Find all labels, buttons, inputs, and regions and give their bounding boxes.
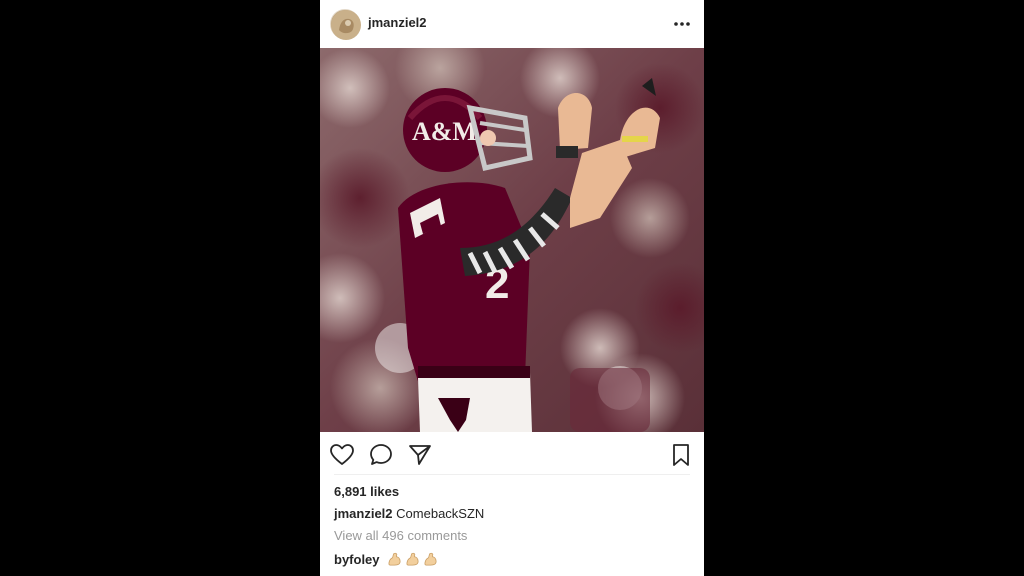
caption-text: ComebackSZN: [396, 506, 485, 521]
heart-icon[interactable]: [329, 442, 355, 468]
comment-bubble-icon[interactable]: [368, 442, 394, 468]
post-photo[interactable]: 2 A&M: [320, 48, 704, 432]
svg-text:A&M: A&M: [412, 117, 477, 146]
divider: [334, 474, 690, 475]
avatar[interactable]: [330, 9, 361, 40]
comment: byfoley: [334, 552, 438, 567]
comment-emojis: [387, 552, 438, 567]
caption: jmanziel2 ComebackSZN: [334, 506, 484, 521]
flexed-biceps-icon: [388, 552, 401, 566]
view-all-comments-link[interactable]: View all 496 comments: [334, 528, 467, 543]
caption-username[interactable]: jmanziel2: [334, 506, 393, 521]
likes-count[interactable]: 6,891 likes: [334, 484, 399, 499]
post-username[interactable]: jmanziel2: [368, 15, 427, 30]
paper-plane-icon[interactable]: [407, 442, 433, 468]
flexed-biceps-icon: [424, 552, 437, 566]
flexed-biceps-icon: [406, 552, 419, 566]
football-player-photo: 2 A&M: [320, 48, 704, 432]
comment-username[interactable]: byfoley: [334, 552, 380, 567]
bookmark-icon[interactable]: [668, 442, 694, 468]
post-header: jmanziel2: [320, 0, 704, 48]
more-options-icon[interactable]: [672, 14, 692, 34]
instagram-post: jmanziel2 2 A&M 6,891 likes jmanziel2 Co…: [320, 0, 704, 576]
action-bar: [320, 432, 704, 476]
